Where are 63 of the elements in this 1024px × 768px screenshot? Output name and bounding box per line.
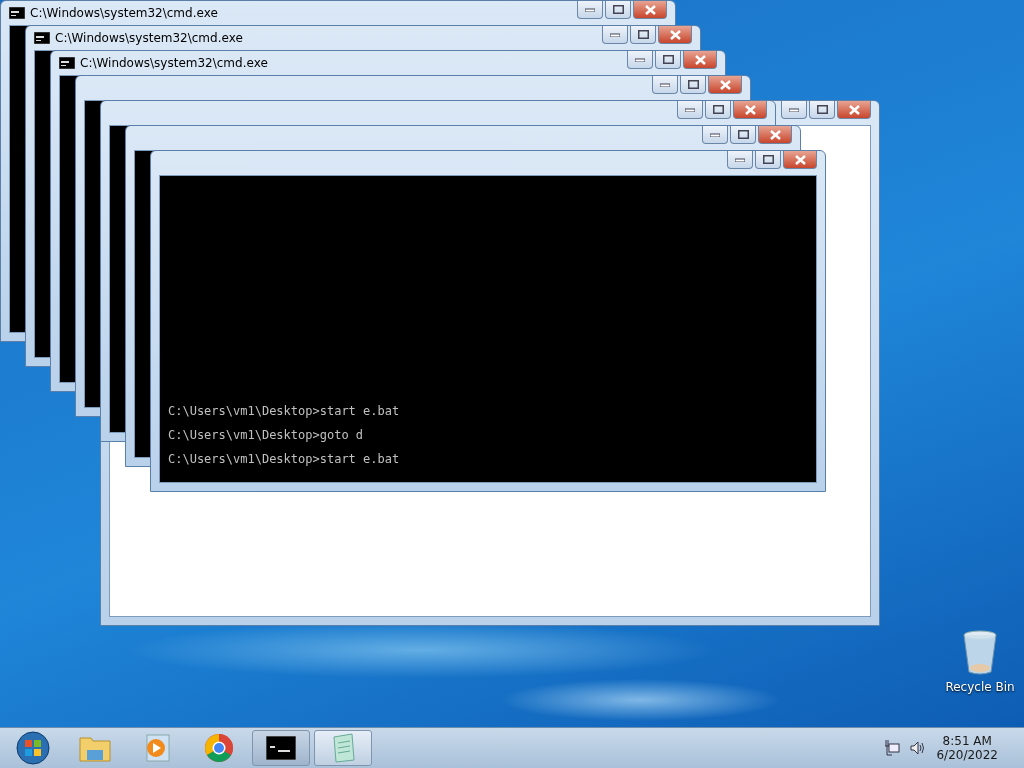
close-icon <box>769 129 781 140</box>
maximize-button[interactable] <box>730 126 756 144</box>
minimize-icon <box>585 7 595 12</box>
window-title: C:\Windows\system32\cmd.exe <box>80 56 269 70</box>
close-button[interactable] <box>633 1 667 19</box>
maximize-icon <box>687 80 699 89</box>
console-line: C:\Users\vm1\Desktop>goto d <box>168 428 365 442</box>
maximize-button[interactable] <box>809 101 835 119</box>
clock-date: 6/20/2022 <box>936 748 998 762</box>
close-button[interactable] <box>837 101 871 119</box>
minimize-icon <box>660 82 670 87</box>
minimize-icon <box>710 132 720 137</box>
network-icon[interactable] <box>884 740 901 756</box>
start-orb-icon <box>16 731 50 765</box>
folder-icon <box>79 734 111 762</box>
window-title: C:\Windows\system32\cmd.exe <box>55 31 244 45</box>
notepad-icon <box>330 733 356 763</box>
close-button[interactable] <box>758 126 792 144</box>
maximize-icon <box>712 105 724 114</box>
close-icon <box>694 54 706 65</box>
taskbar-button[interactable] <box>252 730 310 766</box>
maximize-icon <box>612 5 624 14</box>
volume-icon[interactable] <box>910 741 927 755</box>
close-icon <box>848 104 860 115</box>
console-icon <box>59 57 75 69</box>
window-title: C:\Windows\system32\cmd.exe <box>30 6 219 20</box>
minimize-icon <box>735 157 745 162</box>
clock[interactable]: 8:51 AM 6/20/2022 <box>936 734 998 762</box>
console-line: C:\Users\vm1\Desktop>start e.bat <box>168 452 401 466</box>
close-icon <box>644 4 656 15</box>
maximize-icon <box>662 55 674 64</box>
close-icon <box>719 79 731 90</box>
close-button[interactable] <box>708 76 742 94</box>
console-icon <box>266 736 296 760</box>
close-button[interactable] <box>658 26 692 44</box>
browser-icon <box>204 733 234 763</box>
minimize-icon <box>610 32 620 37</box>
maximize-button[interactable] <box>655 51 681 69</box>
clock-time: 8:51 AM <box>942 734 992 748</box>
maximize-icon <box>762 155 774 164</box>
maximize-button[interactable] <box>755 151 781 169</box>
close-button[interactable] <box>683 51 717 69</box>
minimize-icon <box>685 107 695 112</box>
minimize-icon <box>789 107 799 112</box>
console-icon <box>34 32 50 44</box>
maximize-button[interactable] <box>705 101 731 119</box>
maximize-icon <box>637 30 649 39</box>
recycle-bin-icon[interactable] <box>962 630 998 676</box>
close-icon <box>744 104 756 115</box>
maximize-button[interactable] <box>605 1 631 19</box>
minimize-icon <box>635 57 645 62</box>
maximize-button[interactable] <box>680 76 706 94</box>
close-button[interactable] <box>733 101 767 119</box>
console-line: C:\Users\vm1\Desktop>start e.bat <box>168 404 401 418</box>
console-icon <box>9 7 25 19</box>
close-icon <box>794 154 806 165</box>
close-button[interactable] <box>783 151 817 169</box>
maximize-icon <box>816 105 828 114</box>
desktop-icon-label[interactable]: Recycle Bin <box>945 680 1015 694</box>
media-player-icon <box>144 734 170 762</box>
maximize-button[interactable] <box>630 26 656 44</box>
close-icon <box>669 29 681 40</box>
maximize-icon <box>737 130 749 139</box>
